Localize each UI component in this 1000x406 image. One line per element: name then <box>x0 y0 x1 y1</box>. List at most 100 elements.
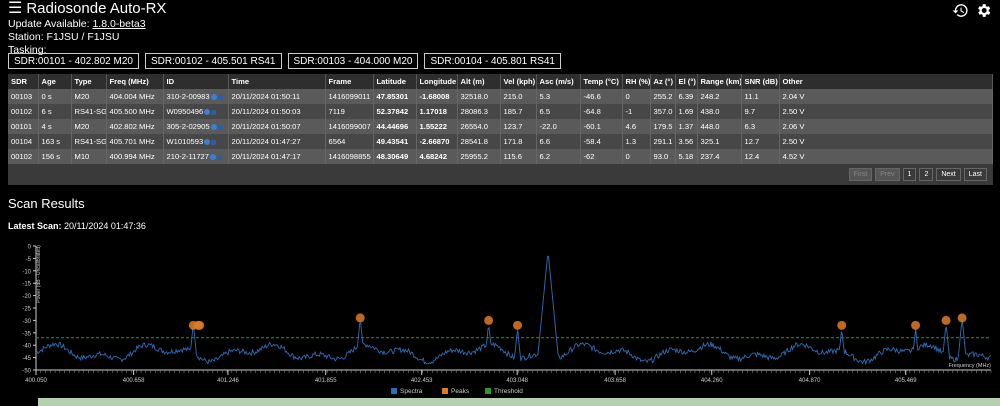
table-cell: 310-2-00983 <box>163 89 229 104</box>
track-icon[interactable] <box>210 124 217 130</box>
column-header[interactable]: Az (°) <box>650 74 676 89</box>
table-cell-text: 4 s <box>41 122 52 131</box>
track-icon[interactable] <box>204 139 211 145</box>
next-page-button[interactable]: Next <box>936 168 961 181</box>
tasking-item: SDR:00103 - 404.000 M20 <box>287 53 419 69</box>
pagination: First Prev 1 2 Next Last <box>848 168 987 181</box>
column-header[interactable]: Type <box>71 74 107 89</box>
map-icon[interactable] <box>211 139 217 145</box>
map-icon[interactable] <box>217 124 223 130</box>
track-icon[interactable] <box>204 109 211 115</box>
table-cell: 00101 <box>8 119 39 134</box>
table-cell: 1.69 <box>675 104 698 119</box>
table-cell-text: 325.1 <box>700 137 720 146</box>
y-tick-label: -45 <box>22 356 31 362</box>
page-1-button[interactable]: 1 <box>902 168 917 181</box>
table-cell-text: -60.1 <box>583 122 601 131</box>
table-cell-text: 00103 <box>11 92 33 101</box>
x-tick-label: 400.658 <box>123 378 145 384</box>
table-cell-text: 47.85301 <box>376 92 409 101</box>
table-cell-text: 448.0 <box>700 122 720 131</box>
column-header[interactable]: Age <box>38 74 72 89</box>
table-cell: 4.6 <box>622 119 651 134</box>
table-cell: 28541.8 <box>457 134 501 149</box>
table-cell: W0950496 <box>163 104 229 119</box>
table-row[interactable]: 00101 4 s M20 402.802 MHz 305-2-02905 20/11/2… <box>8 119 993 134</box>
table-cell: 00103 <box>8 89 39 104</box>
column-header[interactable]: Longitude <box>416 74 458 89</box>
column-header[interactable]: Alt (m) <box>457 74 501 89</box>
table-cell: -2.66870 <box>416 134 458 149</box>
table-cell-text: 305-2-02905 <box>166 122 210 131</box>
column-header[interactable]: El (°) <box>675 74 698 89</box>
track-icon[interactable] <box>210 94 217 100</box>
table-cell: 12.4 <box>741 149 780 164</box>
map-strip[interactable] <box>38 398 1000 406</box>
column-header[interactable]: Frame <box>325 74 374 89</box>
table-cell-text: 0 <box>625 152 630 161</box>
column-header[interactable]: SDR <box>8 74 39 89</box>
column-header[interactable]: Temp (°C) <box>580 74 623 89</box>
table-cell-text: 12.7 <box>744 137 760 146</box>
history-icon[interactable] <box>952 2 969 23</box>
table-cell-text: 1.3 <box>625 137 637 146</box>
prev-page-button[interactable]: Prev <box>875 168 900 181</box>
update-version-link[interactable]: 1.8.0-beta3 <box>92 18 145 30</box>
column-header[interactable]: ID <box>163 74 229 89</box>
table-cell-text: 5.18 <box>678 152 694 161</box>
table-cell-text: 6.39 <box>678 92 694 101</box>
peak-marker <box>957 313 967 323</box>
column-header[interactable]: Vel (kph) <box>500 74 537 89</box>
table-cell: 6.39 <box>675 89 698 104</box>
first-page-button[interactable]: First <box>848 168 873 181</box>
column-header[interactable]: Freq (MHz) <box>106 74 164 89</box>
column-header[interactable]: Asc (m/s) <box>536 74 581 89</box>
y-tick-label: -5 <box>26 257 32 263</box>
table-cell: 20/11/2024 01:50:03 <box>228 104 326 119</box>
column-header[interactable]: Time <box>228 74 326 89</box>
map-icon[interactable] <box>217 154 223 160</box>
table-cell-text: -1 <box>625 107 633 116</box>
x-axis-label: Frequency (MHz) <box>949 363 992 369</box>
table-cell: 1.3 <box>622 134 651 149</box>
table-cell-text: 00102 <box>11 152 33 161</box>
column-header[interactable]: RH (%) <box>622 74 651 89</box>
x-tick-label: 403.658 <box>604 378 626 384</box>
track-icon[interactable] <box>210 154 217 160</box>
table-row[interactable]: 00104 163 s RS41-SG 405.701 MHz W1010593 20/1… <box>8 134 993 149</box>
scan-chart-svg: 0 -5 -10 -15 -20 -25 -30 -35 -40 -45 -50 400.050 400… <box>22 245 992 395</box>
table-cell: 1.55222 <box>416 119 458 134</box>
table-cell-text: -62 <box>583 152 595 161</box>
map-icon[interactable] <box>211 109 217 115</box>
peak-marker <box>911 320 921 330</box>
table-cell: 123.7 <box>500 119 537 134</box>
page-2-button[interactable]: 2 <box>919 168 934 181</box>
table-cell: 1.37 <box>675 119 698 134</box>
table-cell-text: 156 s <box>41 152 61 161</box>
table-row[interactable]: 00102 6 s RS41-SG 405.500 MHz W0950496 20/11/… <box>8 104 993 119</box>
gear-icon[interactable] <box>975 2 992 23</box>
table-cell-text: 237.4 <box>700 152 720 161</box>
table-cell-text: 2.06 V <box>782 122 805 131</box>
column-header[interactable]: Other <box>779 74 993 89</box>
table-cell-text: -22.0 <box>539 122 557 131</box>
x-tick-label: 401.246 <box>217 378 239 384</box>
table-cell: 7119 <box>325 104 374 119</box>
peak-marker <box>513 320 523 330</box>
update-line: Update Available: 1.8.0-beta3 <box>8 18 166 31</box>
column-header[interactable]: SNR (dB) <box>741 74 780 89</box>
column-header[interactable]: Range (km) <box>697 74 742 89</box>
table-cell: 305-2-02905 <box>163 119 229 134</box>
table-row[interactable]: 00103 0 s M20 404.004 MHz 310-2-00983 20/11/2… <box>8 89 993 104</box>
last-page-button[interactable]: Last <box>963 168 987 181</box>
table-cell: -1.68008 <box>416 89 458 104</box>
table-cell-text: 171.8 <box>503 137 523 146</box>
scan-chart: 0 -5 -10 -15 -20 -25 -30 -35 -40 -45 -50 400.050 400… <box>8 236 998 406</box>
y-tick-label: -50 <box>22 369 31 375</box>
table-cell-text: 357.0 <box>653 107 673 116</box>
map-icon[interactable] <box>217 94 223 100</box>
hamburger-icon[interactable]: ☰ <box>8 0 22 18</box>
column-header[interactable]: Latitude <box>373 74 417 89</box>
table-cell: 44.44696 <box>373 119 417 134</box>
table-row[interactable]: 00102 156 s M10 400.994 MHz 210-2-11727 20/11… <box>8 149 993 164</box>
